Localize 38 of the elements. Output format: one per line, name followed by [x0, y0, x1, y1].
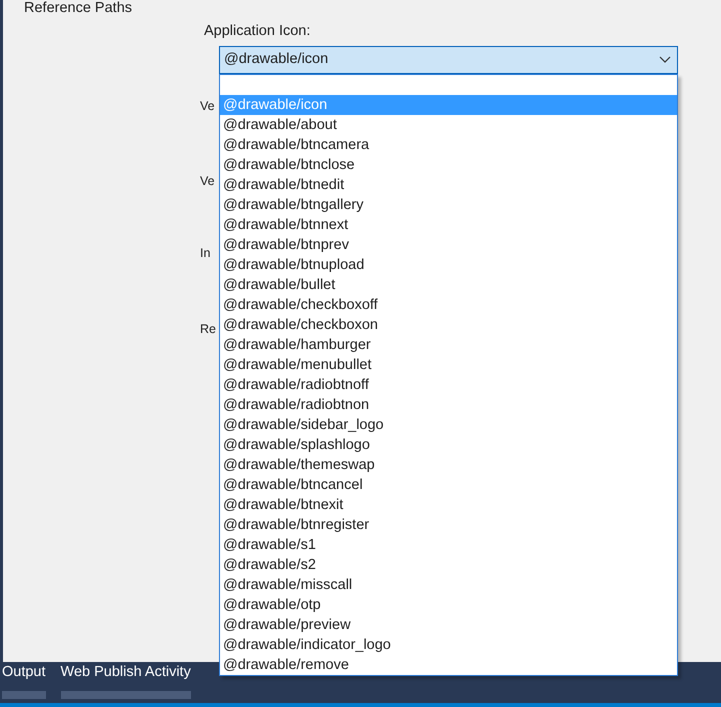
dropdown-option[interactable]: @drawable/indicator_logo	[220, 635, 677, 655]
dropdown-option[interactable]: @drawable/btnclose	[220, 155, 677, 175]
field-label: Re	[200, 321, 216, 338]
dropdown-option[interactable]: @drawable/btnregister	[220, 515, 677, 535]
dropdown-option[interactable]: @drawable/s2	[220, 555, 677, 575]
dropdown-option[interactable]: @drawable/radiobtnoff	[220, 375, 677, 395]
dropdown-option[interactable]: @drawable/sidebar_logo	[220, 415, 677, 435]
field-label: In	[200, 245, 210, 262]
sidebar-item[interactable]: Reference Paths	[24, 0, 132, 20]
field-label: Ve	[200, 173, 215, 190]
chevron-down-icon	[659, 56, 671, 64]
dropdown-option[interactable]: @drawable/menubullet	[220, 355, 677, 375]
field-label: Application Icon:	[204, 22, 310, 41]
field-label: Ve	[200, 98, 215, 115]
dropdown-option[interactable]: @drawable/preview	[220, 615, 677, 635]
icon-dropdown[interactable]: @drawable/icon	[219, 46, 678, 74]
dropdown-option[interactable]: @drawable/btnexit	[220, 495, 677, 515]
dropdown-option[interactable]: @drawable/bullet	[220, 275, 677, 295]
dropdown-option[interactable]: @drawable/checkboxon	[220, 315, 677, 335]
dropdown-option[interactable]: @drawable/btnprev	[220, 235, 677, 255]
dropdown-option[interactable]: @drawable/about	[220, 115, 677, 135]
dropdown-option[interactable]: @drawable/hamburger	[220, 335, 677, 355]
dropdown-option[interactable]: @drawable/btncamera	[220, 135, 677, 155]
dropdown-option[interactable]: @drawable/checkboxoff	[220, 295, 677, 315]
dropdown-option[interactable]: @drawable/btncancel	[220, 475, 677, 495]
dropdown-option[interactable]: @drawable/btnedit	[220, 175, 677, 195]
dropdown-option[interactable]: @drawable/btnnext	[220, 215, 677, 235]
dropdown-option[interactable]: @drawable/btngallery	[220, 195, 677, 215]
dropdown-option[interactable]: @drawable/splashlogo	[220, 435, 677, 455]
panel-tab[interactable]: Web Publish Activity	[60, 662, 191, 699]
dropdown-option[interactable]: @drawable/themeswap	[220, 455, 677, 475]
dropdown-option[interactable]: @drawable/otp	[220, 595, 677, 615]
dropdown-option[interactable]: @drawable/remove	[220, 655, 677, 675]
dropdown-option[interactable]: @drawable/s1	[220, 535, 677, 555]
dropdown-option[interactable]: @drawable/radiobtnon	[220, 395, 677, 415]
dropdown-option[interactable]: @drawable/misscall	[220, 575, 677, 595]
dropdown-option[interactable]: @drawable/btnupload	[220, 255, 677, 275]
panel-tab[interactable]: Output	[2, 662, 46, 699]
